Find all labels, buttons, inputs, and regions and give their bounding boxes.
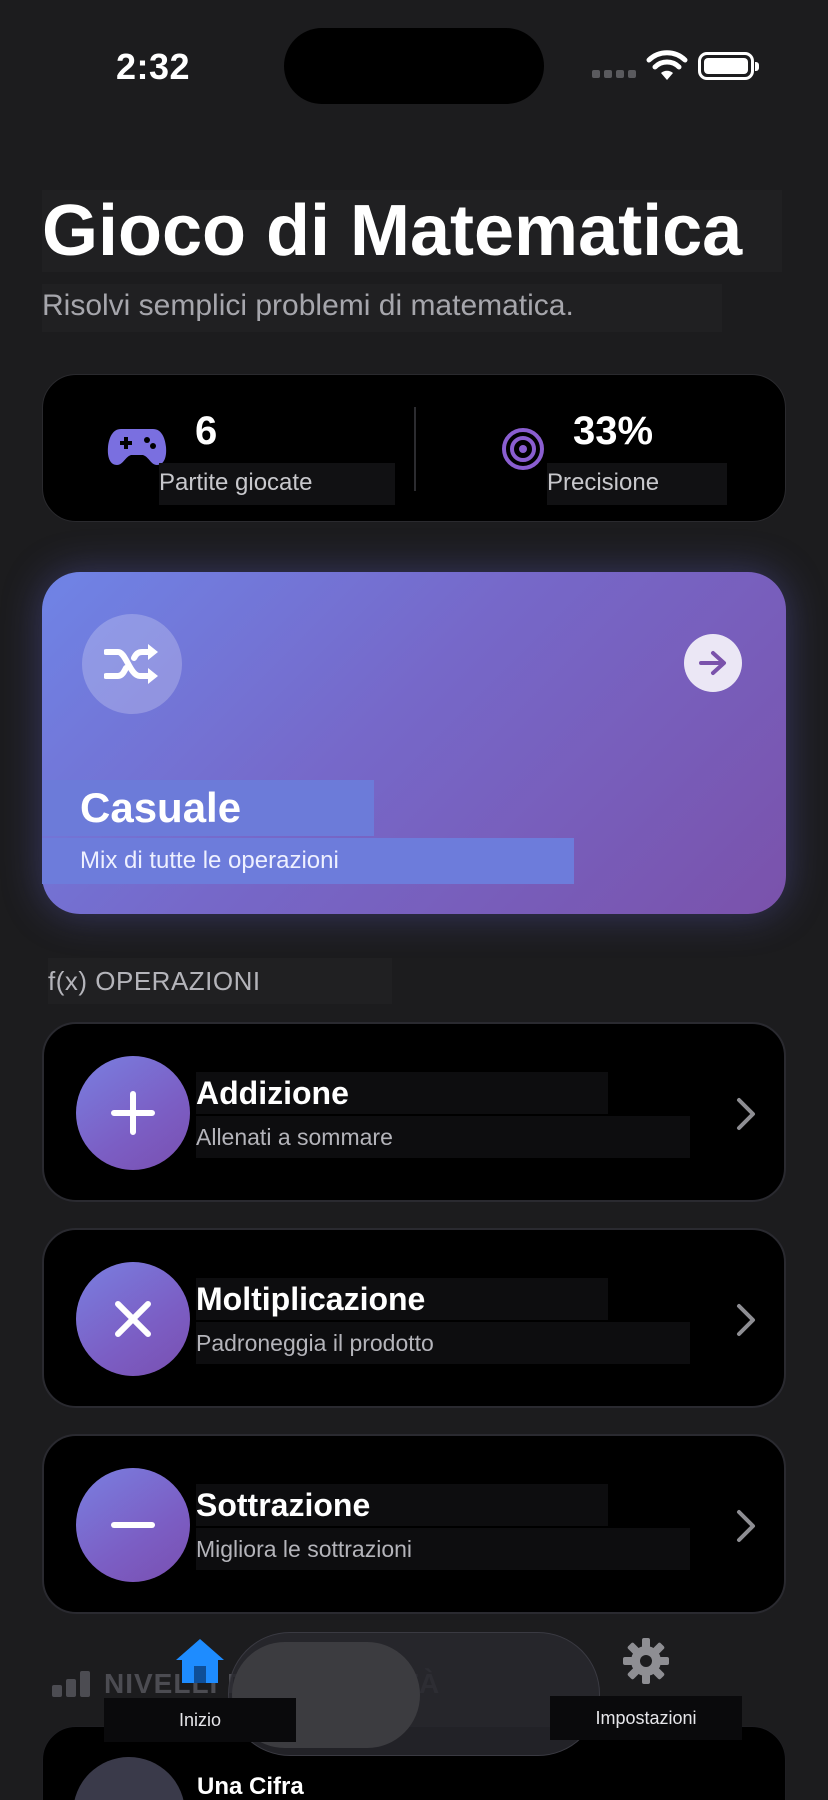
wifi-icon <box>646 50 688 80</box>
level-title: Una Cifra <box>197 1773 304 1800</box>
operation-row-addition[interactable]: Addizione Allenati a sommare <box>42 1022 786 1202</box>
status-bar: 2:32 <box>0 0 828 130</box>
multiply-icon <box>115 1301 151 1337</box>
shuffle-icon <box>104 644 158 684</box>
minus-icon <box>111 1522 155 1528</box>
page-subtitle: Risolvi semplici problemi di matematica. <box>42 284 722 332</box>
games-played-label: Partite giocate <box>159 463 395 505</box>
battery-icon <box>698 52 759 80</box>
start-arrow-button[interactable] <box>684 634 742 692</box>
subtraction-icon-container <box>76 1468 190 1582</box>
bar-chart-icon <box>52 1671 90 1697</box>
random-mode-title: Casuale <box>42 780 374 836</box>
operation-row-subtraction[interactable]: Sottrazione Migliora le sottrazioni <box>42 1434 786 1614</box>
operation-subtitle: Padroneggia il prodotto <box>196 1322 690 1364</box>
random-mode-card[interactable]: Casuale Mix di tutte le operazioni <box>42 572 786 914</box>
tab-settings-label: Impostazioni <box>550 1696 742 1740</box>
arrow-right-icon <box>699 651 726 675</box>
operation-title: Addizione <box>196 1072 608 1114</box>
multiplication-icon-container <box>76 1262 190 1376</box>
tab-home[interactable]: Inizio <box>104 1636 296 1742</box>
chevron-right-icon <box>737 1304 755 1336</box>
house-icon <box>176 1639 224 1683</box>
operation-subtitle: Migliora le sottrazioni <box>196 1528 690 1570</box>
page-title: Gioco di Matematica <box>42 190 782 272</box>
status-time: 2:32 <box>116 46 191 87</box>
operations-section-header: f(x) OPERAZIONI <box>48 958 392 1004</box>
stats-card: 6 Partite giocate 33% Precisione <box>42 374 786 522</box>
games-played-value: 6 <box>195 409 218 453</box>
operation-title: Sottrazione <box>196 1484 608 1526</box>
accuracy-value: 33% <box>573 409 654 453</box>
random-mode-subtitle: Mix di tutte le operazioni <box>42 838 574 884</box>
plus-icon <box>111 1091 155 1135</box>
gamepad-icon <box>107 429 167 465</box>
chevron-right-icon <box>737 1510 755 1542</box>
accuracy-label: Precisione <box>547 463 727 505</box>
dynamic-island <box>284 28 544 104</box>
target-icon <box>502 428 544 470</box>
gear-icon <box>623 1638 669 1684</box>
level-icon <box>73 1757 185 1800</box>
operation-title: Moltiplicazione <box>196 1278 608 1320</box>
operation-row-multiplication[interactable]: Moltiplicazione Padroneggia il prodotto <box>42 1228 786 1408</box>
addition-icon-container <box>76 1056 190 1170</box>
shuffle-icon-container <box>82 614 182 714</box>
stats-divider <box>414 407 416 491</box>
tab-home-label: Inizio <box>104 1698 296 1742</box>
cellular-signal-icon <box>592 70 636 78</box>
tab-settings[interactable]: Impostazioni <box>550 1636 742 1740</box>
operation-subtitle: Allenati a sommare <box>196 1116 690 1158</box>
chevron-right-icon <box>737 1098 755 1130</box>
